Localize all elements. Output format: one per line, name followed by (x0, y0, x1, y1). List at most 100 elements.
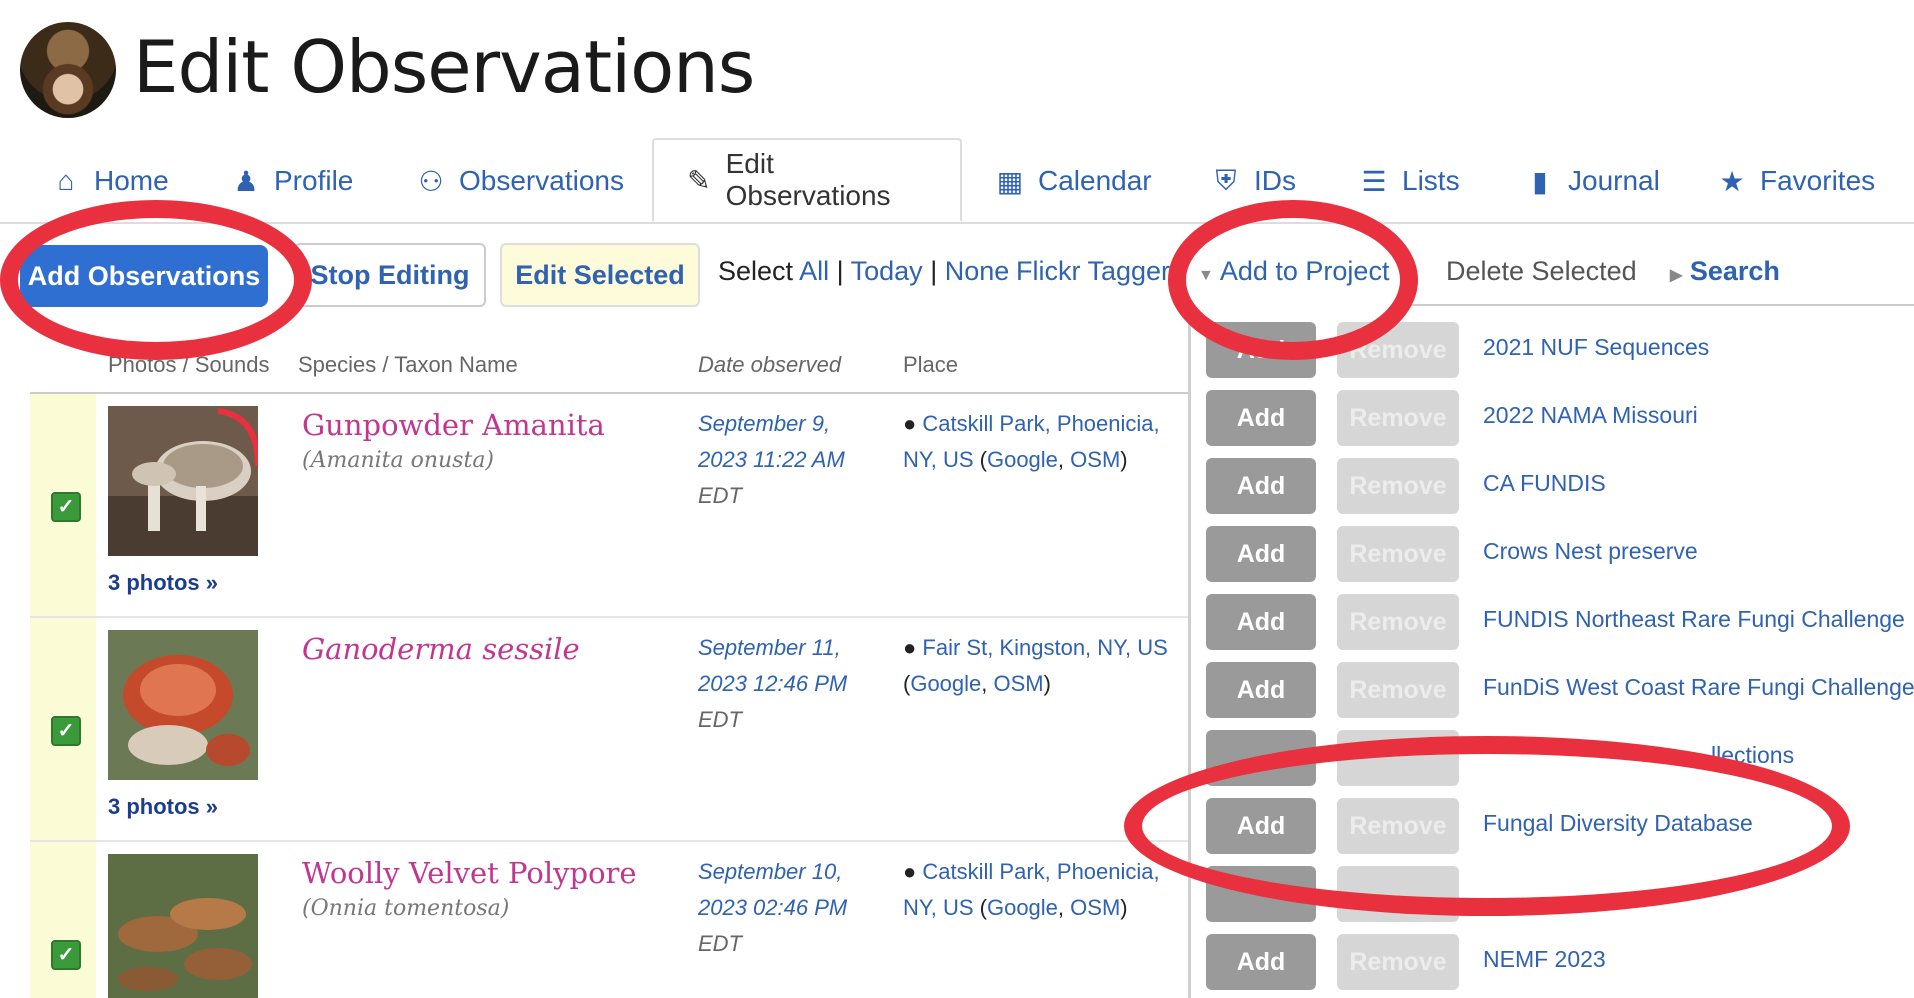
add-observations-button[interactable]: Add Observations (20, 245, 268, 307)
project-name: llections (1711, 742, 1795, 768)
column-header-photos: Photos / Sounds (108, 352, 270, 377)
search-label: Search (1689, 256, 1780, 286)
species-common-name[interactable]: Gunpowder Amanita (302, 408, 605, 442)
row-checkbox[interactable]: ✓ (51, 940, 81, 970)
add-to-project-button[interactable]: Add (1206, 662, 1316, 718)
google-link[interactable]: Google (987, 447, 1058, 472)
google-link[interactable]: Google (987, 895, 1058, 920)
row-checkbox[interactable]: ✓ (51, 492, 81, 522)
add-to-project-button[interactable]: Add (1206, 458, 1316, 514)
project-name: 2021 NUF Sequences (1483, 334, 1710, 360)
date-line: 2023 11:22 AM (698, 447, 845, 472)
add-to-project-button[interactable] (1206, 730, 1316, 786)
map-pin-icon: ● (903, 411, 917, 436)
search-toggle[interactable]: ▶ Search (1670, 256, 1780, 287)
place-name-link[interactable]: Fair St, Kingston, NY, US (922, 635, 1167, 660)
tab-lists[interactable]: ☰ Lists (1358, 154, 1460, 208)
remove-from-project-button[interactable]: Remove (1337, 662, 1459, 718)
caret-down-icon: ▼ (1198, 267, 1214, 284)
add-to-project-button[interactable]: Add (1206, 934, 1316, 990)
nav-tabs: ⌂ Home ♟ Profile ⚇ Observations ✎ Edit O… (0, 138, 1914, 224)
add-to-project-button[interactable] (1206, 866, 1316, 922)
observation-photo[interactable] (108, 630, 258, 780)
tab-journal[interactable]: ▮ Journal (1524, 154, 1660, 208)
observation-photo[interactable] (108, 854, 258, 998)
remove-from-project-button[interactable]: Remove (1337, 390, 1459, 446)
osm-link[interactable]: OSM (1070, 895, 1120, 920)
remove-from-project-button[interactable] (1337, 730, 1459, 786)
tab-label: Favorites (1760, 165, 1876, 196)
tab-label: Edit Observations (725, 148, 891, 211)
stop-editing-button[interactable]: Stop Editing (294, 243, 486, 307)
add-to-project-dropdown[interactable]: ▼ Add to Project (1198, 256, 1389, 287)
add-to-project-button[interactable]: Add (1206, 322, 1316, 378)
google-link[interactable]: Google (910, 671, 981, 696)
select-all-link[interactable]: All (799, 256, 829, 286)
date-observed[interactable]: September 11, 2023 12:46 PM EDT (698, 630, 888, 738)
column-header-species: Species / Taxon Name (298, 352, 518, 377)
observation-photo[interactable] (108, 406, 258, 556)
date-line: September 10, (698, 859, 843, 884)
delete-selected-link[interactable]: Delete Selected (1446, 256, 1637, 287)
project-row: Add Remove Crows Nest preserve (1191, 520, 1914, 588)
photos-link[interactable]: 3 photos » (108, 570, 218, 596)
date-line: 2023 02:46 PM (698, 895, 848, 920)
project-row: Add Remove NEMF 2023 (1191, 928, 1914, 996)
species-common-name[interactable]: Woolly Velvet Polypore (302, 856, 637, 890)
photos-link[interactable]: 3 photos » (108, 794, 218, 820)
binoculars-icon: ⚇ (418, 165, 444, 197)
avatar[interactable] (20, 22, 116, 118)
tab-favorites[interactable]: ★ Favorites (1716, 154, 1875, 208)
project-name: NEMF 2023 (1483, 946, 1606, 972)
badge-icon: ⛨ (1215, 164, 1237, 196)
project-row: Add Remove 2022 NAMA Missouri (1191, 384, 1914, 452)
project-row: Add Remove Fungal Diversity Database (1191, 792, 1914, 860)
osm-link[interactable]: OSM (994, 671, 1044, 696)
page-title: Edit Observations (133, 25, 755, 109)
remove-from-project-button[interactable]: Remove (1337, 798, 1459, 854)
place-name-link[interactable]: NY, US (903, 447, 974, 472)
flickr-tagger-link[interactable]: Flickr Tagger (1016, 256, 1170, 287)
tab-observations[interactable]: ⚇ Observations (415, 154, 624, 208)
column-header-date[interactable]: Date observed (698, 352, 841, 378)
tab-ids[interactable]: ⛨ IDs (1210, 154, 1296, 208)
tab-profile[interactable]: ♟ Profile (230, 154, 353, 208)
place-name-link[interactable]: Catskill Park, Phoenicia, (922, 859, 1159, 884)
remove-from-project-button[interactable]: Remove (1337, 458, 1459, 514)
date-observed[interactable]: September 10, 2023 02:46 PM EDT (698, 854, 888, 962)
add-to-project-button[interactable]: Add (1206, 390, 1316, 446)
remove-from-project-button[interactable]: Remove (1337, 526, 1459, 582)
tab-edit-observations[interactable]: ✎ Edit Observations (652, 138, 962, 222)
select-today-link[interactable]: Today (851, 256, 923, 286)
tab-label: Lists (1402, 165, 1460, 196)
pencil-icon: ✎ (687, 164, 711, 196)
project-name: CA FUNDIS (1483, 470, 1606, 496)
tab-calendar[interactable]: ▦ Calendar (994, 154, 1152, 208)
species-common-name[interactable]: Ganoderma sessile (302, 632, 580, 666)
add-to-project-menu: Add Remove 2021 NUF Sequences Add Remove… (1188, 306, 1914, 998)
remove-from-project-button[interactable]: Remove (1337, 594, 1459, 650)
date-line: September 9, (698, 411, 831, 436)
tab-home[interactable]: ⌂ Home (50, 154, 169, 208)
osm-link[interactable]: OSM (1070, 447, 1120, 472)
row-checkbox[interactable]: ✓ (51, 716, 81, 746)
add-to-project-button[interactable]: Add (1206, 798, 1316, 854)
project-name: FUNDIS Northeast Rare Fungi Challenge (1483, 606, 1905, 632)
map-pin-icon: ● (903, 859, 917, 884)
select-none-link[interactable]: None (945, 256, 1010, 286)
place: ● Catskill Park, Phoenicia, NY, US (Goog… (903, 859, 1160, 920)
place-name-link[interactable]: NY, US (903, 895, 974, 920)
project-name: Crows Nest preserve (1483, 538, 1698, 564)
edit-selected-button[interactable]: Edit Selected (500, 243, 700, 307)
tab-label: Home (94, 165, 169, 196)
book-icon: ▮ (1532, 165, 1548, 197)
tab-label: Profile (274, 165, 354, 196)
place-name-link[interactable]: Catskill Park, Phoenicia, (922, 411, 1159, 436)
column-header-place: Place (903, 352, 959, 377)
date-observed[interactable]: September 9, 2023 11:22 AM EDT (698, 406, 888, 514)
add-to-project-button[interactable]: Add (1206, 526, 1316, 582)
add-to-project-button[interactable]: Add (1206, 594, 1316, 650)
remove-from-project-button[interactable]: Remove (1337, 322, 1459, 378)
remove-from-project-button[interactable] (1337, 866, 1459, 922)
remove-from-project-button[interactable]: Remove (1337, 934, 1459, 990)
